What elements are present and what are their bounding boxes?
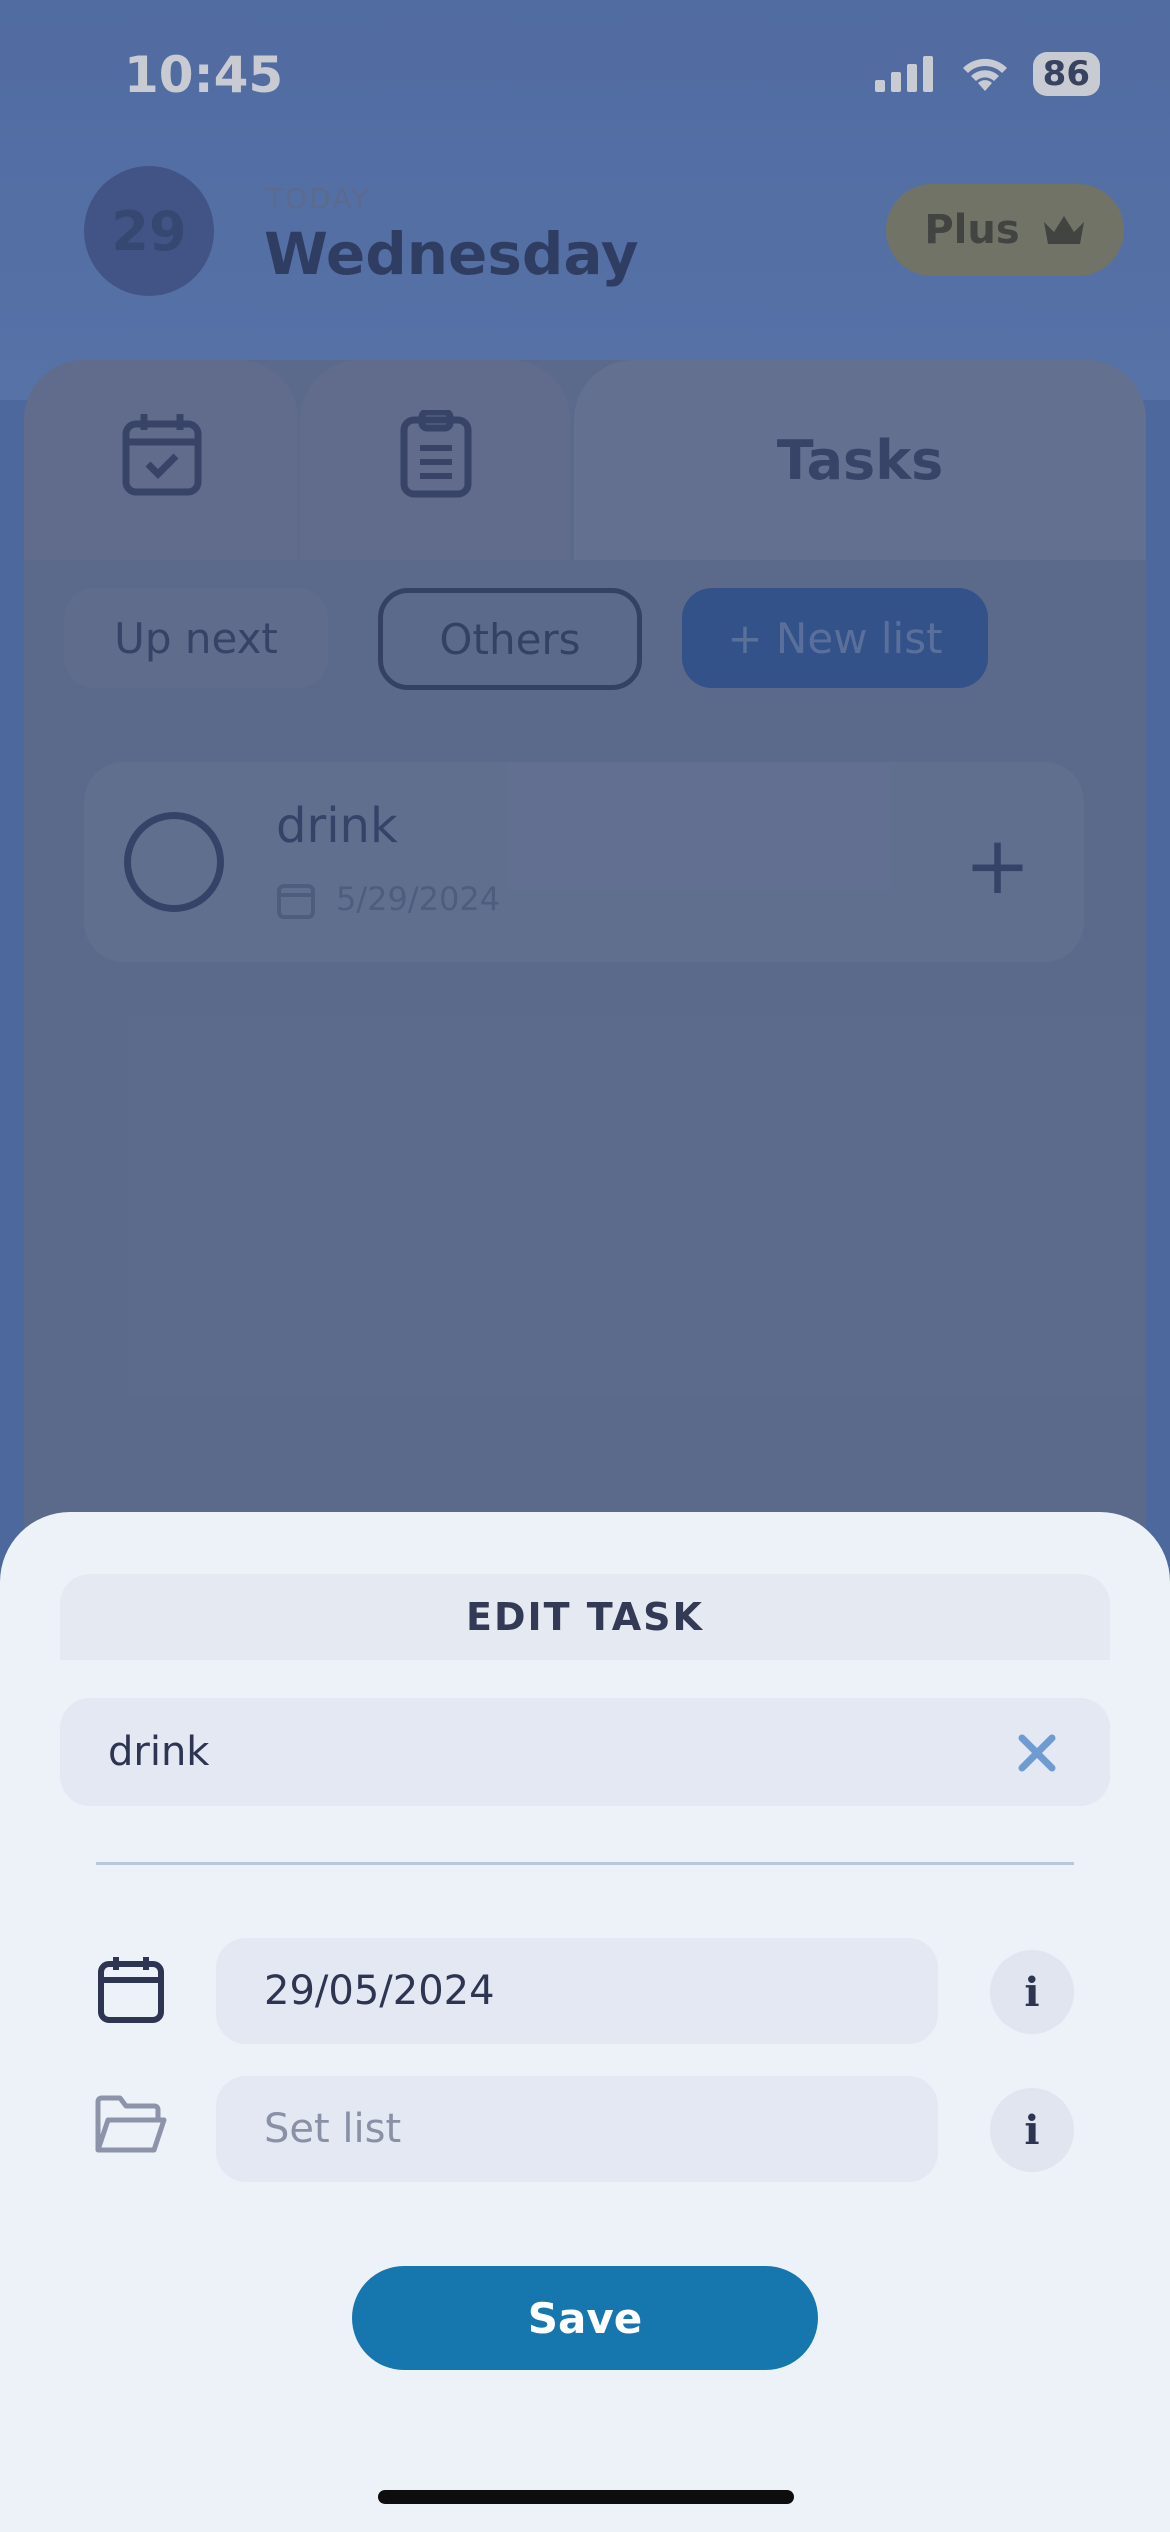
save-button[interactable]: Save xyxy=(352,2266,818,2370)
date-field[interactable]: 29/05/2024 xyxy=(216,1938,938,2044)
task-name-input[interactable]: drink xyxy=(60,1698,1110,1806)
home-indicator[interactable] xyxy=(378,2490,794,2504)
folder-open-icon xyxy=(95,2095,167,2153)
divider xyxy=(96,1862,1074,1865)
list-field[interactable]: Set list xyxy=(216,2076,938,2182)
task-name-value: drink xyxy=(108,1729,210,1775)
list-info-button[interactable]: i xyxy=(990,2088,1074,2172)
date-value: 29/05/2024 xyxy=(264,1968,495,2014)
sheet-title: EDIT TASK xyxy=(60,1574,1110,1660)
list-placeholder: Set list xyxy=(264,2106,402,2152)
clear-icon[interactable] xyxy=(1014,1730,1060,1776)
date-info-button[interactable]: i xyxy=(990,1950,1074,2034)
calendar-icon xyxy=(98,1957,164,2023)
